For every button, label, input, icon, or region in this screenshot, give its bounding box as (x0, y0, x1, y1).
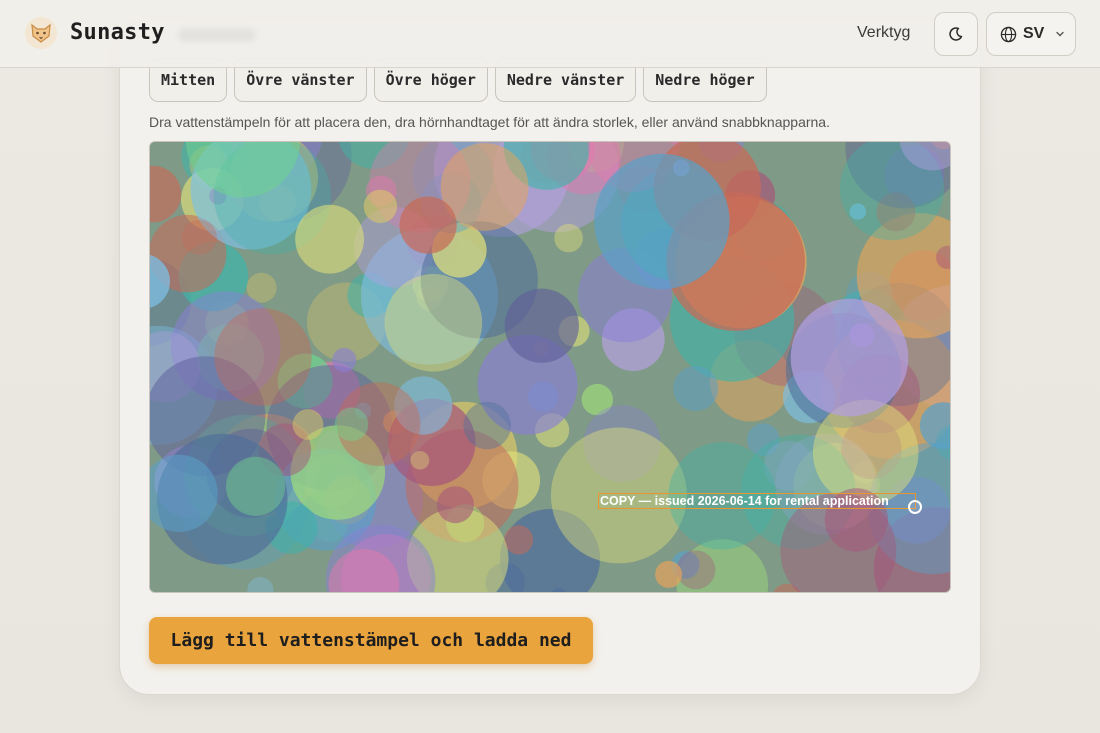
decor-bubble (673, 366, 719, 411)
decor-bubble (504, 525, 534, 555)
tools-link[interactable]: Verktyg (857, 24, 910, 42)
brand-shadow (178, 28, 256, 42)
language-label: SV (1023, 25, 1045, 42)
decor-bubble (594, 153, 730, 290)
decor-bubble (790, 298, 909, 417)
decor-bubble (436, 486, 474, 524)
fox-logo-icon[interactable] (24, 16, 58, 50)
decor-bubble (410, 451, 430, 470)
top-nav: Sunasty Verktyg SV (0, 0, 1100, 68)
decor-bubble (384, 274, 483, 372)
theme-toggle-button[interactable] (934, 12, 978, 56)
resize-handle[interactable] (908, 500, 922, 514)
decor-bubble (292, 409, 324, 440)
decor-bubble (295, 204, 364, 274)
chevron-down-icon (1056, 31, 1065, 37)
decor-bubble (363, 189, 398, 223)
decor-bubble (181, 219, 217, 255)
decor-bubble (463, 401, 512, 450)
watermark-text[interactable]: COPY — issued 2026-06-14 for rental appl… (600, 494, 889, 508)
decor-bubble (812, 399, 919, 506)
language-select[interactable]: SV (986, 12, 1076, 56)
image-preview-canvas[interactable] (149, 141, 951, 593)
brand-name[interactable]: Sunasty (70, 20, 165, 45)
decor-bubble (214, 308, 312, 406)
instructions-text: Dra vattenstämpeln för att placera den, … (149, 114, 830, 130)
decor-bubble (554, 223, 583, 253)
apply-and-download-button[interactable]: Lägg till vattenstämpel och ladda ned (149, 617, 593, 664)
decor-bubble (332, 347, 357, 373)
moon-icon (949, 27, 963, 41)
decor-bubble (226, 456, 286, 516)
decor-bubble (334, 407, 369, 442)
decor-bubble (504, 288, 579, 363)
decor-bubble (399, 196, 457, 254)
decor-bubble (655, 560, 683, 588)
decor-bubble (676, 550, 716, 590)
globe-icon (1000, 26, 1017, 42)
